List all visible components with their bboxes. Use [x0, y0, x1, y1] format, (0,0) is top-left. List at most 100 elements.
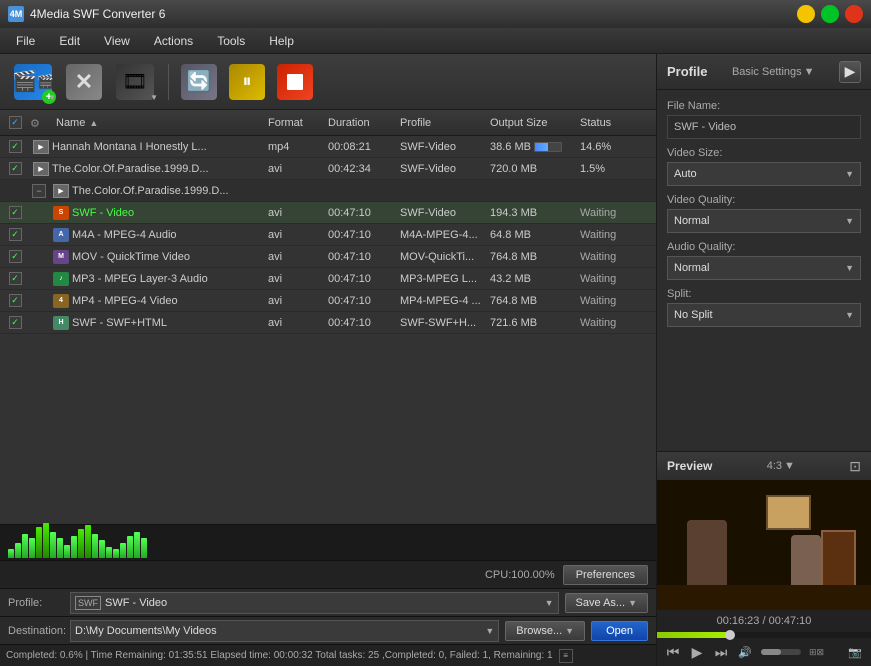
menu-edit[interactable]: Edit [47, 30, 92, 52]
header-format-col[interactable]: Format [264, 117, 324, 129]
right-panel: Profile Basic Settings ▼ ▶ File Name: Vi… [656, 54, 871, 666]
table-row[interactable]: ▶ The.Color.Of.Paradise.1999.D... avi 00… [0, 158, 656, 180]
table-row[interactable]: ▶ Hannah Montana I Honestly L... mp4 00:… [0, 136, 656, 158]
stop-button[interactable] [273, 60, 317, 104]
preview-rewind-button[interactable]: ⏮ [663, 642, 683, 662]
maximize-button[interactable] [821, 5, 839, 23]
stop-icon [277, 64, 313, 100]
row-name-3-2: M4A - MPEG-4 Audio [72, 229, 264, 241]
audio-quality-select[interactable]: Normal ▼ [667, 256, 861, 280]
preview-forward-button[interactable]: ⏭ [711, 642, 731, 662]
browse-button[interactable]: Browse... ▼ [505, 621, 585, 641]
preview-camera-button[interactable]: 📷 [845, 642, 865, 662]
header-name-col[interactable]: Name ▲ [52, 117, 264, 129]
audio-bar-item [78, 529, 84, 558]
html-icon: H [53, 316, 69, 330]
preview-volume-button[interactable]: 🔊 [735, 642, 755, 662]
header-status-col[interactable]: Status [576, 117, 656, 129]
audio-bar-item [120, 543, 126, 558]
file-type-icon: ▶ [33, 140, 49, 154]
video-size-field: Video Size: Auto ▼ [667, 147, 861, 186]
table-row[interactable]: ♪ MP3 - MPEG Layer-3 Audio avi 00:47:10 … [0, 268, 656, 290]
audio-bar-item [57, 538, 63, 558]
profile-select[interactable]: SWF SWF - Video ▼ [70, 592, 559, 614]
table-row[interactable]: 4 MP4 - MPEG-4 Video avi 00:47:10 MP4-MP… [0, 290, 656, 312]
video-size-label: Video Size: [667, 147, 861, 159]
volume-slider[interactable] [761, 649, 801, 655]
minimize-button[interactable] [797, 5, 815, 23]
menu-help[interactable]: Help [257, 30, 306, 52]
table-row[interactable]: S SWF - Video avi 00:47:10 SWF-Video 194… [0, 202, 656, 224]
convert-button[interactable]: 🔄 [177, 60, 221, 104]
menu-tools[interactable]: Tools [205, 30, 257, 52]
video-size-select[interactable]: Auto ▼ [667, 162, 861, 186]
menu-actions[interactable]: Actions [142, 30, 205, 52]
cpu-preferences-bar: CPU:100.00% Preferences [0, 560, 656, 588]
add-file-button[interactable]: 🎬 + ▼ [8, 60, 58, 104]
basic-settings-button[interactable]: Basic Settings ▼ [732, 66, 815, 78]
row-checkbox-1[interactable] [0, 140, 30, 153]
row-duration-3-1: 00:47:10 [324, 207, 396, 219]
swf-icon: S [53, 206, 69, 220]
split-select[interactable]: No Split ▼ [667, 303, 861, 327]
profile-nav-arrow[interactable]: ▶ [839, 61, 861, 83]
row-checkbox-3-3[interactable] [0, 250, 30, 263]
row-checkbox-3-6[interactable] [0, 316, 30, 329]
audio-bar-item [99, 540, 105, 558]
app-icon-text: 4M [10, 9, 23, 19]
select-all-checkbox[interactable] [9, 116, 22, 129]
basic-settings-arrow: ▼ [804, 66, 815, 78]
expand-toggle[interactable]: − [30, 184, 50, 198]
main-container: 🎬 + ▼ ✕ 🎞 ▼ 🔄 ⏸ [0, 54, 871, 666]
save-as-button[interactable]: Save As... ▼ [565, 593, 648, 613]
header-profile-col[interactable]: Profile [396, 117, 486, 129]
row-checkbox-3-4[interactable] [0, 272, 30, 285]
table-row-group-header[interactable]: − ▶ The.Color.Of.Paradise.1999.D... [0, 180, 656, 202]
table-row[interactable]: M MOV - QuickTime Video avi 00:47:10 MOV… [0, 246, 656, 268]
table-row[interactable]: H SWF - SWF+HTML avi 00:47:10 SWF-SWF+H.… [0, 312, 656, 334]
preview-progress-bar[interactable] [657, 632, 871, 638]
header-output-col[interactable]: Output Size [486, 117, 576, 129]
menu-file[interactable]: File [4, 30, 47, 52]
video-quality-field: Video Quality: Normal ▼ [667, 194, 861, 233]
file-list-area: ⚙ Name ▲ Format Duration Profile Output … [0, 110, 656, 524]
row-icon-3-2: A [50, 228, 72, 242]
add-task-button[interactable]: 🎞 ▼ [110, 60, 160, 104]
table-header: ⚙ Name ▲ Format Duration Profile Output … [0, 110, 656, 136]
row-icon-3-1: S [50, 206, 72, 220]
convert-icon: 🔄 [181, 64, 217, 100]
header-duration-col[interactable]: Duration [324, 117, 396, 129]
row-format-3-6: avi [264, 317, 324, 329]
preview-header: Preview 4:3 ▼ ⊡ [657, 452, 871, 480]
status-detail-button[interactable]: ≡ [559, 649, 573, 663]
video-quality-select[interactable]: Normal ▼ [667, 209, 861, 233]
row-checkbox-3-2[interactable] [0, 228, 30, 241]
close-button[interactable] [845, 5, 863, 23]
row-checkbox-2[interactable] [0, 162, 30, 175]
row-name-3-1: SWF - Video [72, 207, 264, 219]
row-checkbox-3-5[interactable] [0, 294, 30, 307]
preview-screenshot-icon[interactable]: ⊡ [849, 458, 861, 475]
row-profile-3-6: SWF-SWF+H... [396, 317, 486, 329]
pause-icon: ⏸ [229, 64, 265, 100]
preferences-button[interactable]: Preferences [563, 565, 648, 585]
row-checkbox-3-1[interactable] [0, 206, 30, 219]
destination-input[interactable]: D:\My Documents\My Videos ▼ [70, 620, 499, 642]
open-button[interactable]: Open [591, 621, 648, 641]
row-name-3-3: MOV - QuickTime Video [72, 251, 264, 263]
table-row[interactable]: A M4A - MPEG-4 Audio avi 00:47:10 M4A-MP… [0, 224, 656, 246]
audio-bar-item [29, 538, 35, 558]
row-duration-2: 00:42:34 [324, 163, 396, 175]
row-icon-3-5: 4 [50, 294, 72, 308]
preview-play-button[interactable]: ▶ [687, 642, 707, 662]
preview-ratio-button[interactable]: 4:3 ▼ [767, 460, 795, 472]
audio-bar-item [113, 549, 119, 558]
remove-button[interactable]: ✕ [62, 60, 106, 104]
pause-button[interactable]: ⏸ [225, 60, 269, 104]
file-name-input[interactable] [667, 115, 861, 139]
profile-settings-panel: File Name: Video Size: Auto ▼ Video Qual… [657, 90, 871, 337]
row-profile-2: SWF-Video [396, 163, 486, 175]
row-duration-1: 00:08:21 [324, 141, 396, 153]
menu-view[interactable]: View [92, 30, 142, 52]
cpu-usage: CPU:100.00% [8, 569, 555, 581]
